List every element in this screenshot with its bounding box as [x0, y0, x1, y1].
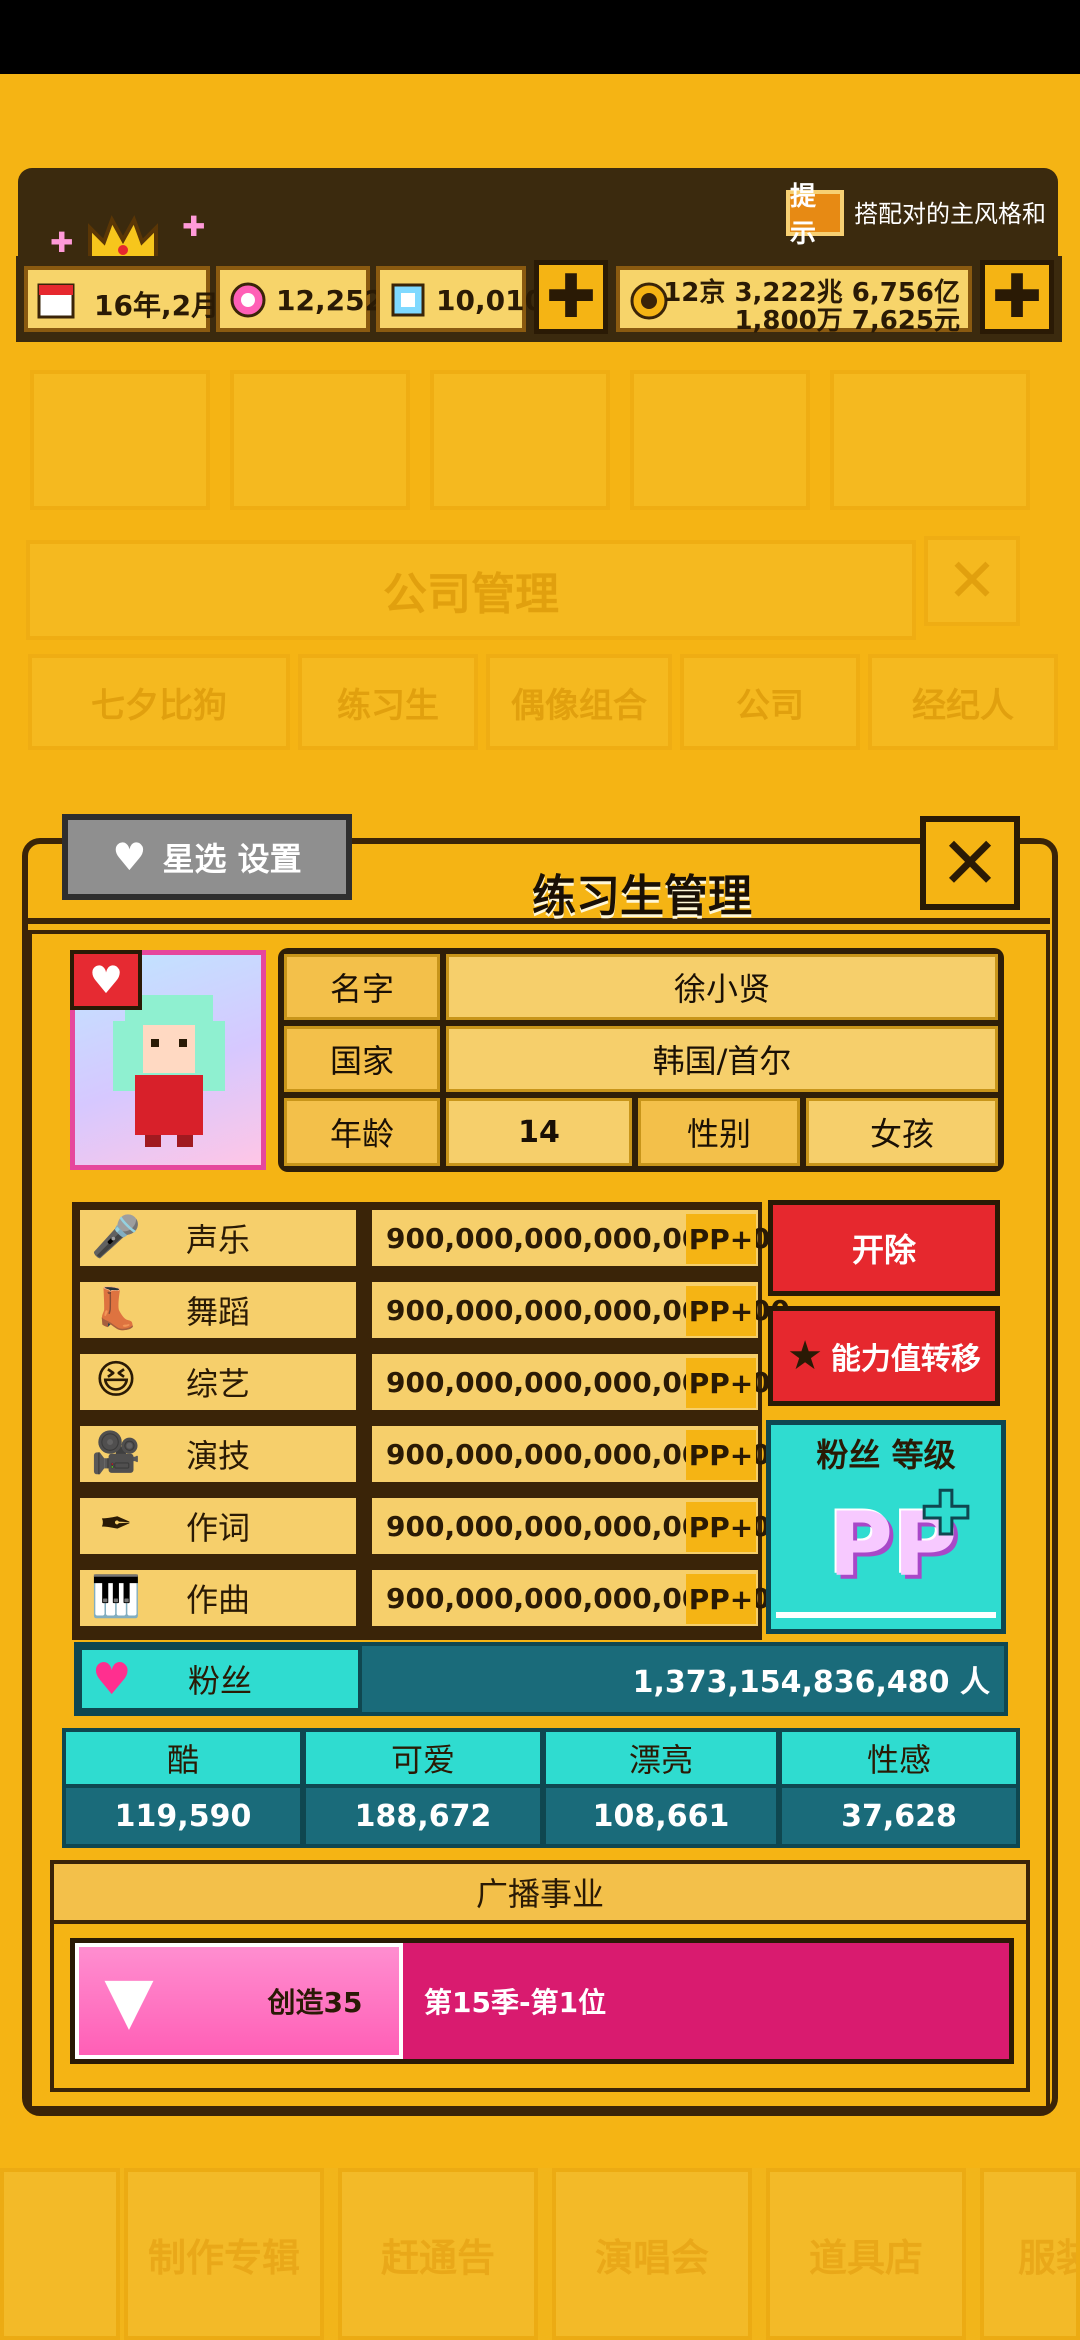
pp-plus-button[interactable]: PP+: [686, 1214, 756, 1264]
fans-count: 1,373,154,836,480 人: [632, 1665, 990, 1700]
fans-label: 粉丝: [187, 1662, 252, 1700]
background-tab-label: 七夕比狗: [91, 685, 227, 726]
date-display: 16年,2月: [24, 266, 219, 332]
background-close-button: ✕: [924, 536, 1020, 626]
attr-cute-label: 可爱: [306, 1732, 540, 1784]
sparkle-icon: ✚: [182, 210, 206, 243]
country-label: 国家: [284, 1026, 440, 1092]
heart-icon: ♥: [112, 835, 147, 879]
pp-plus-button[interactable]: PP+: [686, 1502, 756, 1552]
blue-gem-icon: [391, 283, 425, 317]
background-tile: [30, 370, 210, 510]
attr-cool-label: 酷: [66, 1732, 300, 1784]
attr-cute-value: 188,672: [306, 1788, 540, 1844]
nav-tab-item-shop: 道具店: [766, 2168, 966, 2340]
fire-button[interactable]: 开除: [768, 1200, 1000, 1296]
nav-tab-album: 制作专辑: [124, 2168, 324, 2340]
background-tile: [430, 370, 610, 510]
dance-shoe-icon: 👢: [91, 1285, 141, 1332]
hint-badge[interactable]: 提示: [786, 182, 844, 249]
transfer-ability-label: 能力值转移: [830, 1342, 981, 1377]
background-tab: 偶像组合: [486, 654, 672, 750]
pen-icon: ✒: [99, 1501, 133, 1547]
fan-level-title: 粉丝 等级: [816, 1436, 956, 1474]
date-text: 16年,2月: [94, 289, 220, 322]
pp-plus-button[interactable]: PP+: [686, 1358, 756, 1408]
background-tab: 练习生: [298, 654, 478, 750]
pink-gem-count: 12,252: [276, 284, 385, 317]
blue-gem-display: 10,010: [376, 266, 544, 332]
gender-label: 性别: [638, 1098, 800, 1166]
funnel-icon: ▼: [104, 1964, 154, 2038]
blue-gem-count: 10,010: [436, 284, 545, 317]
attr-pretty-value: 108,661: [546, 1788, 776, 1844]
background-toolbar: [20, 360, 1060, 530]
star-settings-label: 星选 设置: [162, 840, 302, 878]
hint-ticker: 搭配对的主风格和: [854, 200, 1046, 228]
status-bar: [0, 0, 1080, 74]
background-tab-label: 经纪人: [912, 685, 1014, 726]
sparkle-icon: ✚: [50, 226, 74, 259]
background-tab: 经纪人: [868, 654, 1058, 750]
background-tab: 公司: [680, 654, 860, 750]
background-tab-label: 练习生: [337, 685, 439, 726]
close-icon: ✕: [946, 546, 998, 616]
age-value: 14: [446, 1098, 632, 1166]
broadcast-show-name: 创造35: [267, 1986, 363, 2019]
nav-tab-concert: 演唱会: [552, 2168, 752, 2340]
stat-name: 舞蹈: [185, 1293, 250, 1331]
nav-tab-schedule: 赶通告: [338, 2168, 538, 2340]
name-label: 名字: [284, 954, 440, 1020]
background-tab-label: 公司: [736, 685, 804, 726]
star-settings-button[interactable]: ♥ 星选 设置: [62, 814, 352, 900]
stat-name: 作曲: [185, 1581, 250, 1619]
background-title: 公司管理: [383, 569, 559, 620]
background-tile: [830, 370, 1030, 510]
close-button[interactable]: ✕: [920, 816, 1020, 910]
fan-level-progress: [776, 1612, 996, 1618]
attr-sexy-label: 性感: [782, 1732, 1016, 1784]
nav-tab-costume: 服装: [980, 2168, 1080, 2340]
add-gems-button[interactable]: ✚: [534, 260, 608, 334]
pp-plus-button[interactable]: PP+: [686, 1430, 756, 1480]
name-value: 徐小贤: [446, 954, 998, 1020]
stat-name: 作词: [185, 1509, 250, 1547]
camera-icon: 🎥: [91, 1429, 141, 1476]
money-line-2: 1,800万 7,625元: [734, 306, 960, 336]
background-tile: [630, 370, 810, 510]
stat-name: 演技: [185, 1437, 250, 1475]
broadcast-title: 广播事业: [54, 1864, 1026, 1924]
favorite-heart-icon[interactable]: ♥: [70, 950, 142, 1010]
star-icon: ★: [787, 1333, 823, 1379]
pp-plus-button[interactable]: PP+: [686, 1574, 756, 1624]
smile-icon: 😆: [95, 1357, 137, 1403]
stat-name: 综艺: [185, 1365, 250, 1403]
panel-title: 练习生管理: [532, 871, 752, 922]
country-value: 韩国/首尔: [446, 1026, 998, 1092]
background-tab-label: 偶像组合: [511, 685, 647, 726]
attr-cool-value: 119,590: [66, 1788, 300, 1844]
add-money-button[interactable]: ✚: [980, 260, 1054, 334]
attr-pretty-label: 漂亮: [546, 1732, 776, 1784]
money-display: 12京 3,222兆 6,756亿 1,800万 7,625元: [616, 266, 972, 336]
pink-gem-display: 12,252: [216, 266, 384, 332]
nav-tab: [0, 2168, 120, 2340]
background-tile: [230, 370, 410, 510]
background-tab: 七夕比狗: [28, 654, 290, 750]
pink-gem-icon: [230, 282, 266, 318]
calendar-icon: [37, 283, 75, 319]
stat-name: 声乐: [185, 1221, 250, 1259]
pp-plus-button[interactable]: PP+: [686, 1286, 756, 1336]
age-label: 年龄: [284, 1098, 440, 1166]
transfer-ability-button[interactable]: ★ 能力值转移: [768, 1306, 1000, 1406]
plus-icon: ✚: [919, 1478, 972, 1551]
microphone-icon: 🎤: [91, 1213, 141, 1260]
fans-label-cell: ♥ 粉丝: [78, 1646, 362, 1712]
broadcast-rank: 第15季-第1位: [424, 1986, 607, 2019]
gender-value: 女孩: [806, 1098, 998, 1166]
piano-icon: 🎹: [91, 1573, 141, 1620]
attr-sexy-value: 37,628: [782, 1788, 1016, 1844]
heart-icon: ♥: [92, 1653, 132, 1705]
background-title-bar: 公司管理: [26, 540, 916, 640]
